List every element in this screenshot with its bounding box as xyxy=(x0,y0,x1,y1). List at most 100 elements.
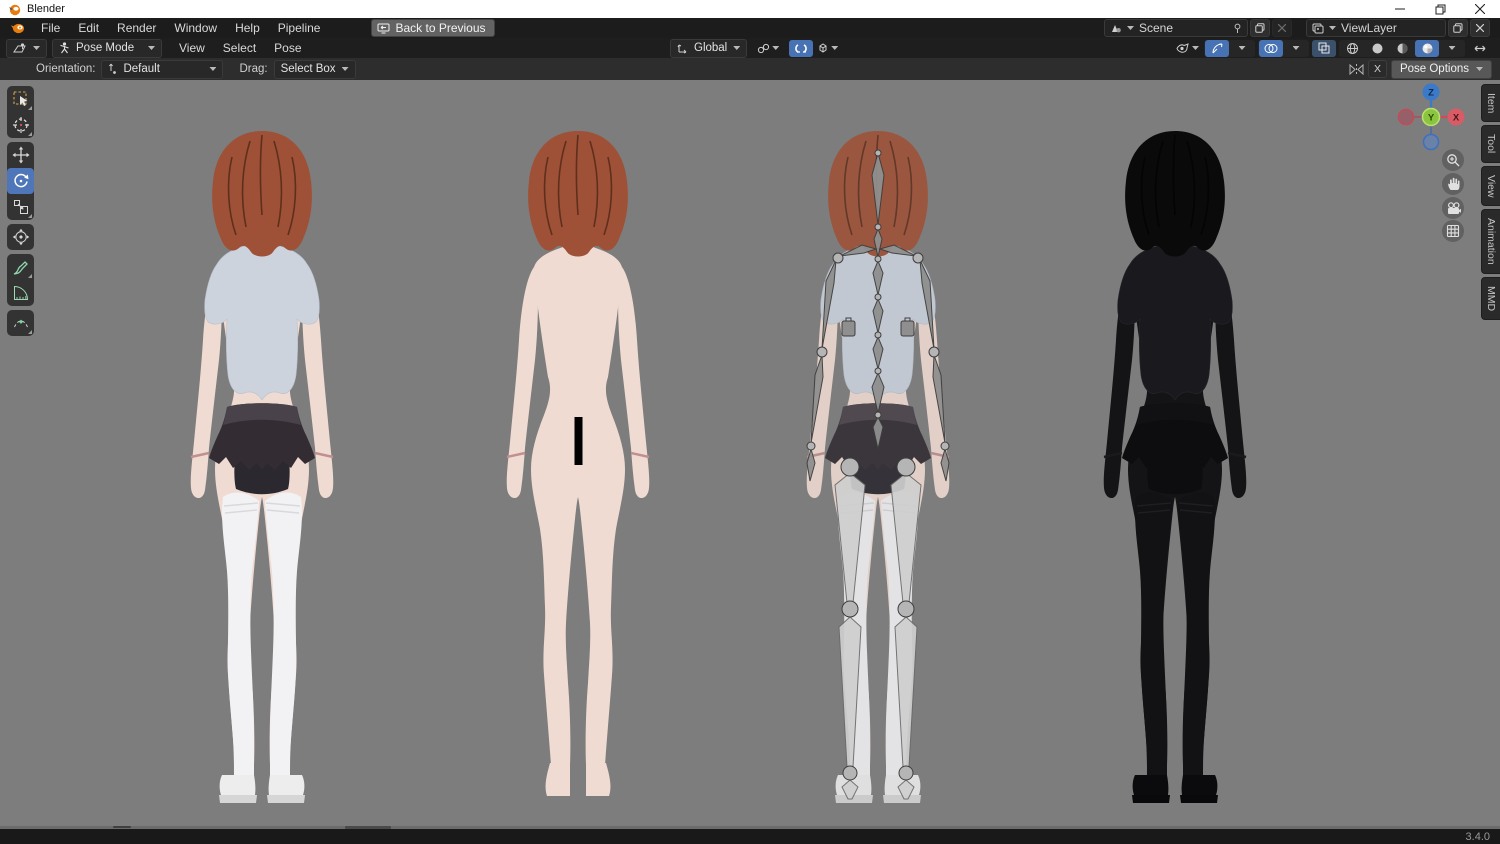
new-scene-icon[interactable] xyxy=(1250,19,1270,37)
status-bar: 3.4.0 xyxy=(0,829,1500,844)
model-nude[interactable] xyxy=(478,127,678,817)
drag-label: Drag: xyxy=(239,63,268,75)
window-title: Blender xyxy=(27,3,65,15)
blender-logo-icon xyxy=(8,3,21,16)
show-overlays-toggle[interactable] xyxy=(1259,39,1283,57)
gizmo-icon xyxy=(1211,42,1224,55)
orientation-gizmo[interactable]: Z X Y xyxy=(1396,82,1466,152)
xray-toggle[interactable] xyxy=(1312,39,1336,57)
os-titlebar: Blender xyxy=(0,0,1500,18)
viewlayer-icon xyxy=(1312,23,1324,34)
tool-cursor[interactable] xyxy=(7,112,34,138)
tool-pose-breakdowner[interactable] xyxy=(7,310,34,336)
visibility-eye-icon xyxy=(1176,42,1190,54)
tab-tool[interactable]: Tool xyxy=(1481,125,1500,163)
editor-type-button[interactable] xyxy=(6,38,47,58)
overlays-settings-dropdown[interactable] xyxy=(1284,40,1308,57)
screen-back-icon xyxy=(377,23,390,34)
new-viewlayer-icon[interactable] xyxy=(1448,19,1468,37)
tool-annotate[interactable] xyxy=(7,254,34,280)
menu-edit[interactable]: Edit xyxy=(69,18,108,38)
tool-scale[interactable] xyxy=(7,194,34,220)
rendered-sphere-icon xyxy=(1421,42,1434,55)
tool-select-box[interactable] xyxy=(7,86,34,112)
shading-wireframe-button[interactable] xyxy=(1340,40,1364,57)
tab-item[interactable]: Item xyxy=(1481,84,1500,123)
toggle-ortho-grid-icon[interactable] xyxy=(1442,220,1464,242)
svg-text:Z: Z xyxy=(1428,87,1434,98)
tool-rotate[interactable] xyxy=(7,168,34,194)
menu-pose[interactable]: Pose xyxy=(265,38,310,58)
drag-dropdown[interactable]: Select Box xyxy=(273,59,356,79)
scene-icon xyxy=(1110,23,1122,34)
tool-transform[interactable] xyxy=(7,224,34,250)
pose-options-dropdown[interactable]: Pose Options xyxy=(1390,59,1492,79)
x-axis-mirror-toggle[interactable]: X xyxy=(1367,60,1387,78)
menu-render[interactable]: Render xyxy=(108,18,165,38)
scene-selector[interactable]: Scene xyxy=(1104,19,1248,37)
mirror-icon xyxy=(1349,63,1364,76)
tab-view[interactable]: View xyxy=(1481,165,1500,207)
tab-animation[interactable]: Animation xyxy=(1481,209,1500,274)
close-icon[interactable] xyxy=(1460,0,1500,18)
snap-increment-icon xyxy=(817,42,829,54)
gizmo-settings-dropdown[interactable] xyxy=(1230,40,1254,57)
menu-window[interactable]: Window xyxy=(165,18,226,38)
menu-view[interactable]: View xyxy=(170,38,214,58)
shading-solid-button[interactable] xyxy=(1365,40,1389,57)
model-clothed[interactable] xyxy=(162,127,362,817)
svg-text:X: X xyxy=(1453,112,1460,123)
shading-settings-dropdown[interactable] xyxy=(1440,40,1464,57)
camera-view-icon[interactable] xyxy=(1442,197,1464,219)
shading-material-button[interactable] xyxy=(1390,40,1414,57)
zoom-view-icon[interactable] xyxy=(1442,149,1464,171)
tool-measure[interactable] xyxy=(7,280,34,306)
material-sphere-icon xyxy=(1396,42,1409,55)
magnet-icon xyxy=(795,42,808,54)
region-handle[interactable] xyxy=(113,826,131,828)
orientation-dropdown[interactable]: Default xyxy=(101,59,224,79)
minimize-icon[interactable] xyxy=(1380,0,1420,18)
remove-viewlayer-icon[interactable] xyxy=(1470,19,1490,37)
viewlayer-selector[interactable]: ViewLayer xyxy=(1306,19,1446,37)
show-object-types-dropdown[interactable] xyxy=(1174,40,1201,57)
show-gizmo-toggle[interactable] xyxy=(1205,39,1229,57)
restore-icon[interactable] xyxy=(1420,0,1460,18)
tool-shelf xyxy=(7,86,34,336)
viewport-header: Pose Mode View Select Pose Global xyxy=(0,38,1500,58)
menu-pipeline[interactable]: Pipeline xyxy=(269,18,330,38)
svg-text:Y: Y xyxy=(1428,113,1435,124)
sidebar-tabs: Item Tool View Animation MMD xyxy=(1481,84,1500,321)
blender-menu-logo-icon[interactable] xyxy=(10,22,25,35)
model-wireframe[interactable] xyxy=(1075,127,1275,817)
overlays-icon xyxy=(1264,43,1278,54)
snap-toggle[interactable] xyxy=(789,39,814,57)
mode-dropdown[interactable]: Pose Mode xyxy=(52,38,162,58)
expand-header-icon[interactable] xyxy=(1468,40,1492,57)
pan-view-icon[interactable] xyxy=(1442,173,1464,195)
solid-sphere-icon xyxy=(1371,42,1384,55)
blender-window: Blender File Edit Render Window Help Pip… xyxy=(0,0,1500,844)
model-armature[interactable] xyxy=(778,127,978,817)
pivot-point-dropdown[interactable] xyxy=(755,40,781,57)
editor-3d-viewport-icon xyxy=(13,42,27,54)
pin-icon[interactable] xyxy=(1233,23,1242,34)
shading-rendered-button[interactable] xyxy=(1415,39,1439,57)
axes-icon xyxy=(677,43,688,54)
tool-settings-bar: Orientation: Default Drag: Select Box X … xyxy=(0,58,1500,81)
orientation-label: Orientation: xyxy=(36,63,96,75)
xray-icon xyxy=(1318,42,1330,54)
unlink-scene-icon[interactable] xyxy=(1272,19,1292,37)
tool-move[interactable] xyxy=(7,142,34,168)
menu-select[interactable]: Select xyxy=(214,38,265,58)
3d-viewport[interactable]: Z X Y Item Tool View Animation MMD xyxy=(0,80,1500,829)
transform-orientation-dropdown[interactable]: Global xyxy=(670,38,748,58)
back-to-previous-button[interactable]: Back to Previous xyxy=(371,19,495,37)
pose-mode-icon xyxy=(59,42,70,54)
version-label: 3.4.0 xyxy=(1465,830,1490,843)
orientation-axis-icon xyxy=(108,63,117,75)
menu-help[interactable]: Help xyxy=(226,18,269,38)
menu-file[interactable]: File xyxy=(32,18,69,38)
tab-mmd[interactable]: MMD xyxy=(1481,276,1500,321)
snap-settings-dropdown[interactable] xyxy=(815,40,840,57)
